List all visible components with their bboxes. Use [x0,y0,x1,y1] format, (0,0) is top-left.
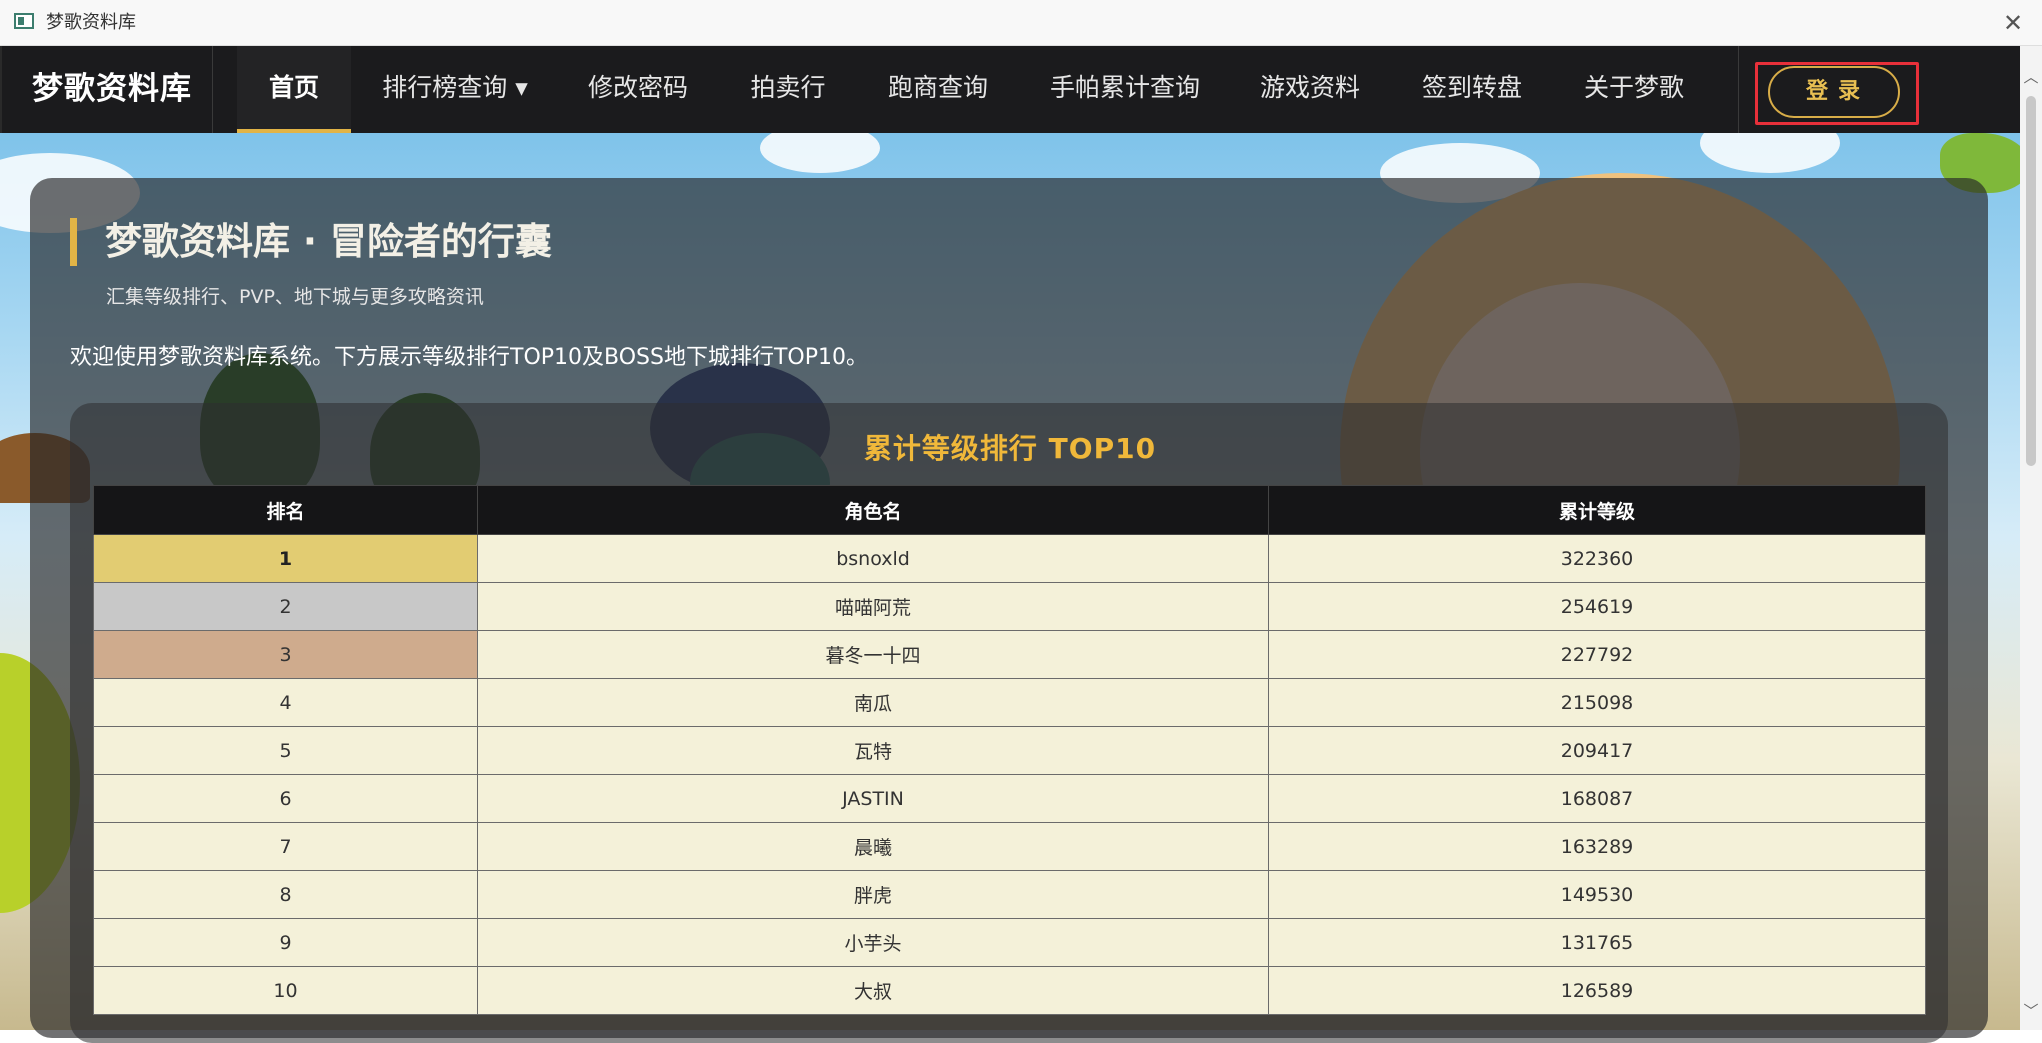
ranking-title: 累计等级排行 TOP10 [863,432,1157,465]
nav-item-trade-query[interactable]: 跑商查询 [886,46,990,133]
window-titlebar: 梦歌资料库 ✕ [0,0,2042,46]
scroll-up-arrow-icon[interactable]: ︿ [2020,64,2042,90]
total-level-cell: 149530 [1268,870,1926,919]
character-name-cell: 瓦特 [477,726,1269,775]
nav-item-handkerchief-query[interactable]: 手帕累计查询 [1050,46,1200,133]
character-name-cell: JASTIN [477,774,1269,823]
nav-item-game-info[interactable]: 游戏资料 [1258,46,1362,133]
vertical-scrollbar[interactable]: ︿ ﹀ [2020,46,2042,1030]
nav-divider [1738,46,1739,133]
column-header-character-name: 角色名 [477,485,1269,535]
rank-cell: 9 [93,918,478,967]
character-name-cell: bsnoxld [477,534,1269,583]
character-name-cell: 喵喵阿荒 [477,582,1269,631]
rank-cell: 10 [93,966,478,1015]
close-icon[interactable]: ✕ [1998,8,2028,38]
column-header-rank: 排名 [93,485,478,535]
table-row: 1 bsnoxld 322360 [93,534,1926,583]
brand-logo-text[interactable]: 梦歌资料库 [32,46,192,133]
table-row: 6 JASTIN 168087 [93,774,1926,823]
total-level-cell: 126589 [1268,966,1926,1015]
scroll-down-arrow-icon[interactable]: ﹀ [2020,998,2042,1024]
rank-cell: 5 [93,726,478,775]
app-icon [14,13,34,29]
nav-item-change-password[interactable]: 修改密码 [586,46,690,133]
character-name-cell: 晨曦 [477,822,1269,871]
total-level-cell: 209417 [1268,726,1926,775]
nav-item-auction-house[interactable]: 拍卖行 [748,46,828,133]
table-header-row: 排名 角色名 累计等级 [93,485,1926,535]
nav-divider [212,46,213,133]
table-row: 7 晨曦 163289 [93,822,1926,871]
rank-cell: 1 [93,534,478,583]
rank-cell: 8 [93,870,478,919]
total-level-cell: 322360 [1268,534,1926,583]
cloud-shape [760,133,880,173]
rank-cell: 4 [93,678,478,727]
table-row: 5 瓦特 209417 [93,726,1926,775]
intro-text: 欢迎使用梦歌资料库系统。下方展示等级排行TOP10及BOSS地下城排行TOP10… [70,345,868,370]
character-name-cell: 胖虎 [477,870,1269,919]
hero-title: 梦歌资料库 · 冒险者的行囊 [105,220,552,263]
character-name-cell: 大叔 [477,966,1269,1015]
rank-cell: 2 [93,582,478,631]
hero-subtitle: 汇集等级排行、PVP、地下城与更多攻略资讯 [106,286,484,308]
nav-item-checkin-wheel[interactable]: 签到转盘 [1420,46,1524,133]
table-row: 8 胖虎 149530 [93,870,1926,919]
rank-cell: 3 [93,630,478,679]
character-name-cell: 小芋头 [477,918,1269,967]
total-level-cell: 227792 [1268,630,1926,679]
table-row: 2 喵喵阿荒 254619 [93,582,1926,631]
window-title: 梦歌资料库 [46,12,136,33]
total-level-cell: 163289 [1268,822,1926,871]
total-level-cell: 254619 [1268,582,1926,631]
nav-item-leaderboard-dropdown[interactable]: 排行榜查询 ▾ [375,46,535,133]
rank-cell: 6 [93,774,478,823]
nav-item-about[interactable]: 关于梦歌 [1582,46,1686,133]
nav-item-home[interactable]: 首页 [237,46,351,133]
column-header-total-level: 累计等级 [1268,485,1926,535]
table-row: 10 大叔 126589 [93,966,1926,1015]
ranking-table: 排名 角色名 累计等级 1 bsnoxld 322360 2 喵喵阿荒 2546… [93,485,1926,1015]
top-navbar: 梦歌资料库 首页 排行榜查询 ▾ 修改密码 拍卖行 跑商查询 手帕累计查询 游戏… [0,46,2020,133]
cloud-shape [1700,133,1840,173]
login-button[interactable]: 登录 [1768,66,1900,118]
total-level-cell: 168087 [1268,774,1926,823]
rank-cell: 7 [93,822,478,871]
total-level-cell: 215098 [1268,678,1926,727]
scrollbar-thumb[interactable] [2026,96,2036,466]
table-row: 4 南瓜 215098 [93,678,1926,727]
hero-accent-bar [70,218,77,266]
character-name-cell: 暮冬一十四 [477,630,1269,679]
table-row: 9 小芋头 131765 [93,918,1926,967]
table-row: 3 暮冬一十四 227792 [93,630,1926,679]
character-name-cell: 南瓜 [477,678,1269,727]
total-level-cell: 131765 [1268,918,1926,967]
